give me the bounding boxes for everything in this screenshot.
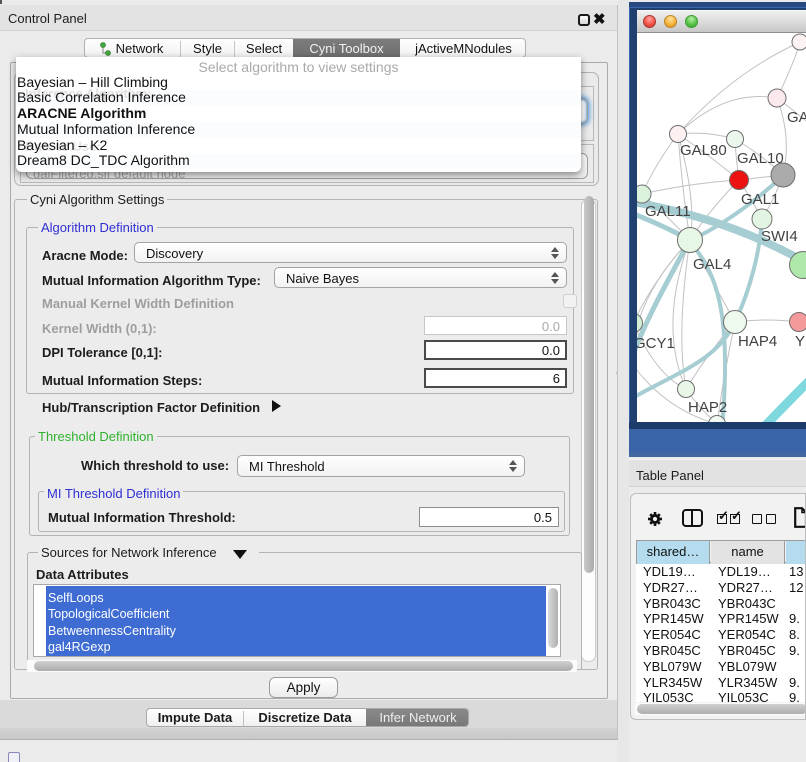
svg-text:HAP4: HAP4	[738, 333, 777, 350]
svg-text:SWI4: SWI4	[761, 228, 798, 245]
svg-text:GAL1: GAL1	[741, 191, 779, 208]
svg-text:GAL80: GAL80	[680, 142, 727, 159]
svg-text:GAL4: GAL4	[693, 256, 731, 273]
svg-text:HAP2: HAP2	[688, 399, 727, 416]
svg-text:GAL10: GAL10	[737, 150, 784, 167]
svg-text:GAL7: GAL7	[787, 109, 806, 126]
svg-text:GAL11: GAL11	[645, 203, 691, 220]
svg-text:GCY1: GCY1	[637, 335, 675, 352]
svg-text:Y: Y	[795, 333, 805, 350]
